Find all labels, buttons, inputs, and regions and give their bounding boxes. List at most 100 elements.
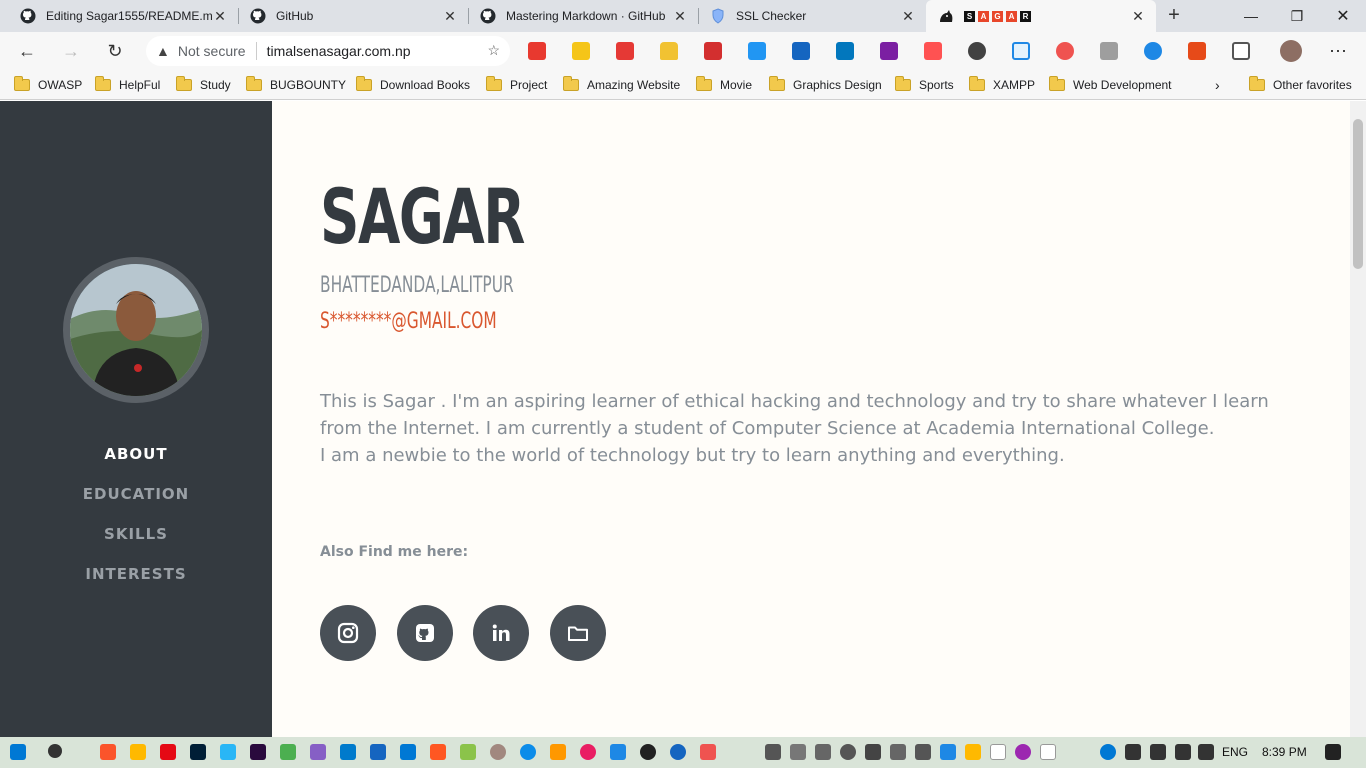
volume-icon[interactable]	[1125, 744, 1141, 760]
tab-sagar[interactable]: S A G A R ✕	[926, 0, 1156, 32]
edge-icon[interactable]	[520, 744, 536, 760]
reading-list-icon[interactable]	[1100, 42, 1118, 60]
extension-icon[interactable]	[616, 42, 634, 60]
app-icon[interactable]	[490, 744, 506, 760]
vscode-icon[interactable]	[340, 744, 356, 760]
instagram-icon[interactable]	[320, 605, 376, 661]
tray-icon[interactable]	[840, 744, 856, 760]
nav-about[interactable]: ABOUT	[0, 445, 272, 463]
notifications-icon[interactable]	[1325, 744, 1341, 760]
more-menu-icon[interactable]: ⋯	[1325, 38, 1351, 64]
folder-icon[interactable]	[965, 744, 981, 760]
search-icon[interactable]	[48, 744, 62, 758]
app-icon[interactable]	[370, 744, 386, 760]
edge-tray-icon[interactable]	[1100, 744, 1116, 760]
netflix-icon[interactable]	[160, 744, 176, 760]
extension-icon[interactable]	[880, 42, 898, 60]
tray-icon[interactable]	[1040, 744, 1056, 760]
app-icon[interactable]	[550, 744, 566, 760]
photoshop-icon[interactable]	[190, 744, 206, 760]
tray-icon[interactable]	[815, 744, 831, 760]
refresh-icon[interactable]: ↻	[102, 38, 128, 64]
app-icon[interactable]	[460, 744, 476, 760]
app-icon[interactable]	[700, 744, 716, 760]
warning-icon[interactable]: ▲	[156, 43, 170, 59]
app-icon[interactable]	[220, 744, 236, 760]
battery-icon[interactable]	[1175, 744, 1191, 760]
close-icon[interactable]: ✕	[442, 8, 458, 24]
clock[interactable]: 8:39 PM	[1262, 745, 1307, 759]
close-icon[interactable]: ✕	[672, 8, 688, 24]
onedrive-icon[interactable]	[400, 744, 416, 760]
bookmark-amazing-website[interactable]: Amazing Website	[563, 76, 680, 94]
close-window-button[interactable]: ✕	[1320, 0, 1366, 32]
megaphone-icon[interactable]	[1188, 42, 1206, 60]
close-icon[interactable]: ✕	[212, 8, 228, 24]
bookmark-bugbounty[interactable]: BUGBOUNTY	[246, 76, 346, 94]
scrollbar-thumb[interactable]	[1353, 119, 1363, 269]
extension-icon[interactable]	[968, 42, 986, 60]
premiere-icon[interactable]	[250, 744, 266, 760]
tray-icon[interactable]	[790, 744, 806, 760]
tray-icon[interactable]	[1198, 744, 1214, 760]
app-icon[interactable]	[580, 744, 596, 760]
close-icon[interactable]: ✕	[900, 8, 916, 24]
bookmark-download-books[interactable]: Download Books	[356, 76, 470, 94]
bookmark-graphics-design[interactable]: Graphics Design	[769, 76, 882, 94]
bookmark-other-favorites[interactable]: Other favorites	[1249, 76, 1352, 94]
start-icon[interactable]	[10, 744, 26, 760]
nav-skills[interactable]: SKILLS	[0, 525, 272, 543]
file-explorer-icon[interactable]	[130, 744, 146, 760]
recycle-bin-icon[interactable]	[890, 744, 906, 760]
tray-icon[interactable]	[915, 744, 931, 760]
headphones-icon[interactable]	[1144, 42, 1162, 60]
new-tab-button[interactable]: +	[1162, 4, 1186, 28]
mail-icon[interactable]	[610, 744, 626, 760]
tray-icon[interactable]	[865, 744, 881, 760]
bookmark-helpful[interactable]: HelpFul	[95, 76, 160, 94]
bookmark-web-development[interactable]: Web Development	[1049, 76, 1172, 94]
extension-icon[interactable]	[836, 42, 854, 60]
minimize-button[interactable]: —	[1228, 0, 1274, 32]
lock-extension-icon[interactable]	[660, 42, 678, 60]
app-icon[interactable]	[430, 744, 446, 760]
email-link[interactable]: S********@GMAIL.COM	[320, 309, 497, 334]
tab-mastering-markdown[interactable]: Mastering Markdown · GitHub ✕	[468, 0, 698, 32]
close-icon[interactable]: ✕	[1130, 8, 1146, 24]
add-favorite-icon[interactable]: ☆	[487, 42, 500, 59]
nav-education[interactable]: EDUCATION	[0, 485, 272, 503]
language-indicator[interactable]: ENG	[1222, 745, 1248, 759]
bookmark-study[interactable]: Study	[176, 76, 231, 94]
tab-github[interactable]: GitHub ✕	[238, 0, 468, 32]
tray-icon[interactable]	[1015, 744, 1031, 760]
extension-icon[interactable]	[1056, 42, 1074, 60]
extension-icon[interactable]	[528, 42, 546, 60]
bookmark-sports[interactable]: Sports	[895, 76, 954, 94]
app-icon[interactable]	[280, 744, 296, 760]
extensions-icon[interactable]	[1232, 42, 1250, 60]
bookmark-movie[interactable]: Movie	[696, 76, 752, 94]
lock-extension-icon[interactable]	[704, 42, 722, 60]
page-scrollbar[interactable]	[1350, 101, 1366, 737]
address-bar[interactable]: ▲ Not secure timalsenasagar.com.np ☆	[146, 36, 510, 66]
app-icon[interactable]	[640, 744, 656, 760]
chevron-right-icon[interactable]: ›	[1215, 76, 1220, 94]
tray-icon[interactable]	[765, 744, 781, 760]
nav-interests[interactable]: INTERESTS	[0, 565, 272, 583]
forward-arrow-icon[interactable]: →	[58, 38, 84, 64]
bookmark-owasp[interactable]: OWASP	[14, 76, 82, 94]
restore-button[interactable]: ❐	[1274, 0, 1320, 32]
extension-icon[interactable]	[1012, 42, 1030, 60]
bookmark-xampp[interactable]: XAMPP	[969, 76, 1035, 94]
back-arrow-icon[interactable]: ←	[14, 38, 40, 64]
visual-studio-icon[interactable]	[310, 744, 326, 760]
extension-icon[interactable]	[572, 42, 590, 60]
extension-icon[interactable]	[924, 42, 942, 60]
github-icon[interactable]	[397, 605, 453, 661]
extension-icon[interactable]	[792, 42, 810, 60]
bookmark-project[interactable]: Project	[486, 76, 547, 94]
app-icon[interactable]	[670, 744, 686, 760]
brave-browser-icon[interactable]	[100, 744, 116, 760]
extension-icon[interactable]	[748, 42, 766, 60]
tray-icon[interactable]	[990, 744, 1006, 760]
